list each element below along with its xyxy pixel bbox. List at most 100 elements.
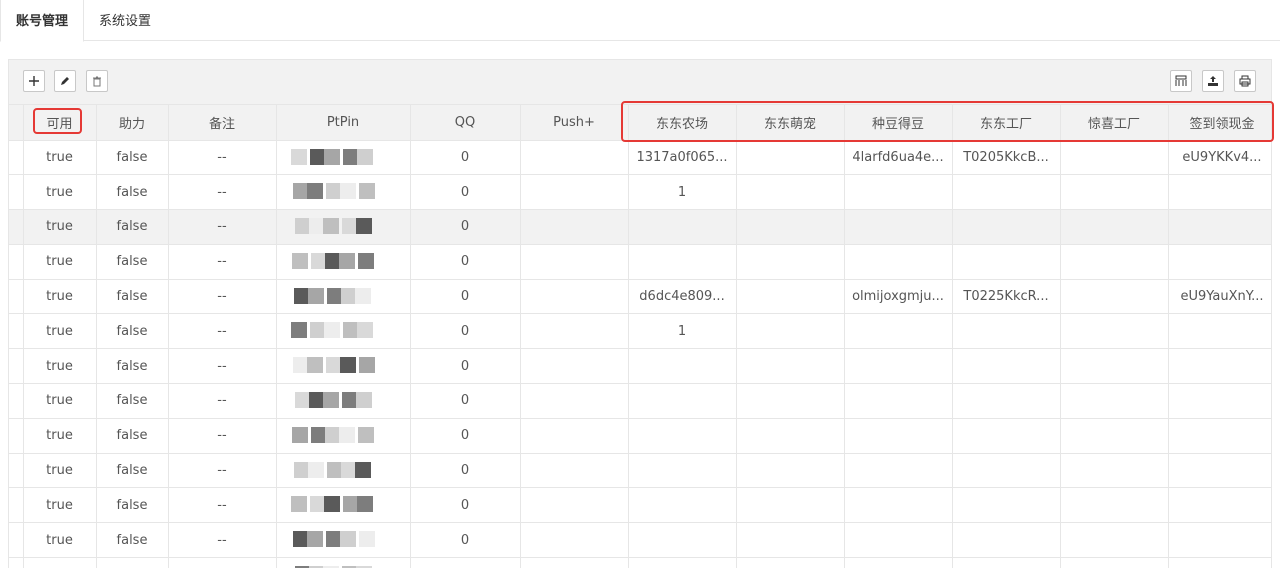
columns-filter-button[interactable]: [1170, 70, 1192, 92]
table-cell: [628, 522, 737, 559]
edit-button[interactable]: [54, 70, 76, 92]
export-icon: [1208, 76, 1218, 86]
table-cell: [1060, 348, 1169, 385]
column-header[interactable]: 签到领现金: [1168, 105, 1271, 141]
table-cell: [736, 557, 845, 568]
table-cell: [844, 244, 953, 280]
add-icon: [29, 76, 39, 86]
table-cell: [520, 522, 629, 559]
redaction-block: [338, 252, 355, 269]
row-indicator-header: [9, 105, 24, 141]
table-cell: [520, 487, 629, 524]
table-cell: true: [23, 557, 97, 568]
table-row[interactable]: truefalse-- 0: [9, 557, 1271, 568]
table-cell: 0: [410, 453, 521, 489]
table-cell: T0205KkcB...: [952, 140, 1061, 176]
column-header[interactable]: QQ: [410, 105, 521, 141]
redaction-block: [322, 392, 339, 409]
table-cell: false: [96, 487, 169, 524]
ptpin-cell-redacted: [276, 279, 411, 315]
ptpin-cell-redacted: [276, 140, 411, 176]
table-cell: true: [23, 418, 97, 454]
table-cell: 0: [410, 140, 521, 176]
redaction-block: [339, 357, 356, 374]
column-header[interactable]: 备注: [168, 105, 277, 141]
table-cell: [1168, 418, 1271, 454]
table-row[interactable]: truefalse-- 0: [9, 383, 1271, 419]
table-cell: true: [23, 313, 97, 350]
ptpin-cell-redacted: [276, 174, 411, 211]
add-button[interactable]: [23, 70, 45, 92]
table-row[interactable]: truefalse-- 0: [9, 522, 1271, 559]
redaction-block: [307, 461, 324, 478]
delete-button[interactable]: [86, 70, 108, 92]
redaction-block: [291, 426, 308, 443]
row-indicator: [9, 209, 24, 245]
redaction-block: [291, 252, 308, 269]
redaction-block: [356, 496, 373, 513]
table-cell: [1060, 418, 1169, 454]
row-indicator: [9, 313, 24, 350]
column-header[interactable]: 助力: [96, 105, 169, 141]
table-row[interactable]: truefalse-- 0: [9, 244, 1271, 280]
table-cell: true: [23, 487, 97, 524]
table-cell: --: [168, 279, 277, 315]
table-cell: [1060, 174, 1169, 211]
table-cell: [736, 140, 845, 176]
redaction-block: [339, 183, 356, 200]
table-cell: 0: [410, 418, 521, 454]
table-row[interactable]: truefalse-- 0: [9, 348, 1271, 385]
table-cell: false: [96, 383, 169, 419]
table-cell: --: [168, 453, 277, 489]
column-header[interactable]: 东东萌宠: [736, 105, 845, 141]
column-header[interactable]: 惊喜工厂: [1060, 105, 1169, 141]
table-cell: 1317a0f065...: [628, 140, 737, 176]
column-header[interactable]: Push+: [520, 105, 629, 141]
row-indicator: [9, 348, 24, 385]
table-cell: [952, 313, 1061, 350]
table-cell: 0: [410, 487, 521, 524]
table-row[interactable]: true false -- 0 d6dc4e809... olmijoxgmju... T0…: [9, 279, 1271, 315]
print-button[interactable]: [1234, 70, 1256, 92]
table-cell: 4larfd6ua4e...: [844, 140, 953, 176]
table-row[interactable]: true false -- 0 1317a0f065... 4larfd6ua4e... T…: [9, 140, 1271, 176]
table-cell: --: [168, 209, 277, 245]
export-button[interactable]: [1202, 70, 1224, 92]
table-cell: T0225KkcR...: [952, 279, 1061, 315]
column-header[interactable]: 种豆得豆: [844, 105, 953, 141]
row-indicator: [9, 522, 24, 559]
table-cell: [628, 383, 737, 419]
table-cell: [520, 209, 629, 245]
table-cell: [736, 453, 845, 489]
table-cell: true: [23, 522, 97, 559]
tab-bar: 账号管理 系统设置: [0, 0, 1280, 42]
row-indicator: [9, 279, 24, 315]
column-header[interactable]: 东东农场: [628, 105, 737, 141]
table-cell: [1060, 453, 1169, 489]
redaction-block: [356, 322, 373, 339]
tab-system-settings[interactable]: 系统设置: [84, 0, 166, 41]
ptpin-cell-redacted: [276, 453, 411, 489]
table-row[interactable]: truefalse-- 0: [9, 209, 1271, 245]
column-header[interactable]: PtPin: [276, 105, 411, 141]
columns-icon: [1175, 75, 1187, 86]
table-row[interactable]: truefalse-- 0: [9, 418, 1271, 454]
redaction-block: [290, 148, 307, 165]
table-row[interactable]: true false -- 0 1: [9, 174, 1271, 211]
row-indicator: [9, 140, 24, 176]
table-cell: [844, 453, 953, 489]
table-cell: [844, 557, 953, 568]
column-header[interactable]: 东东工厂: [952, 105, 1061, 141]
tab-account-management[interactable]: 账号管理: [0, 0, 84, 42]
table-cell: false: [96, 209, 169, 245]
table-row[interactable]: truefalse-- 0: [9, 453, 1271, 489]
table-cell: [952, 453, 1061, 489]
table-row[interactable]: truefalse-- 0: [9, 487, 1271, 524]
table-cell: [1060, 140, 1169, 176]
table-cell: [1168, 453, 1271, 489]
table-cell: 0: [410, 383, 521, 419]
table-cell: [520, 383, 629, 419]
table-row[interactable]: true false -- 0 1: [9, 313, 1271, 350]
column-header[interactable]: 可用: [23, 105, 97, 141]
redaction-block: [338, 426, 355, 443]
